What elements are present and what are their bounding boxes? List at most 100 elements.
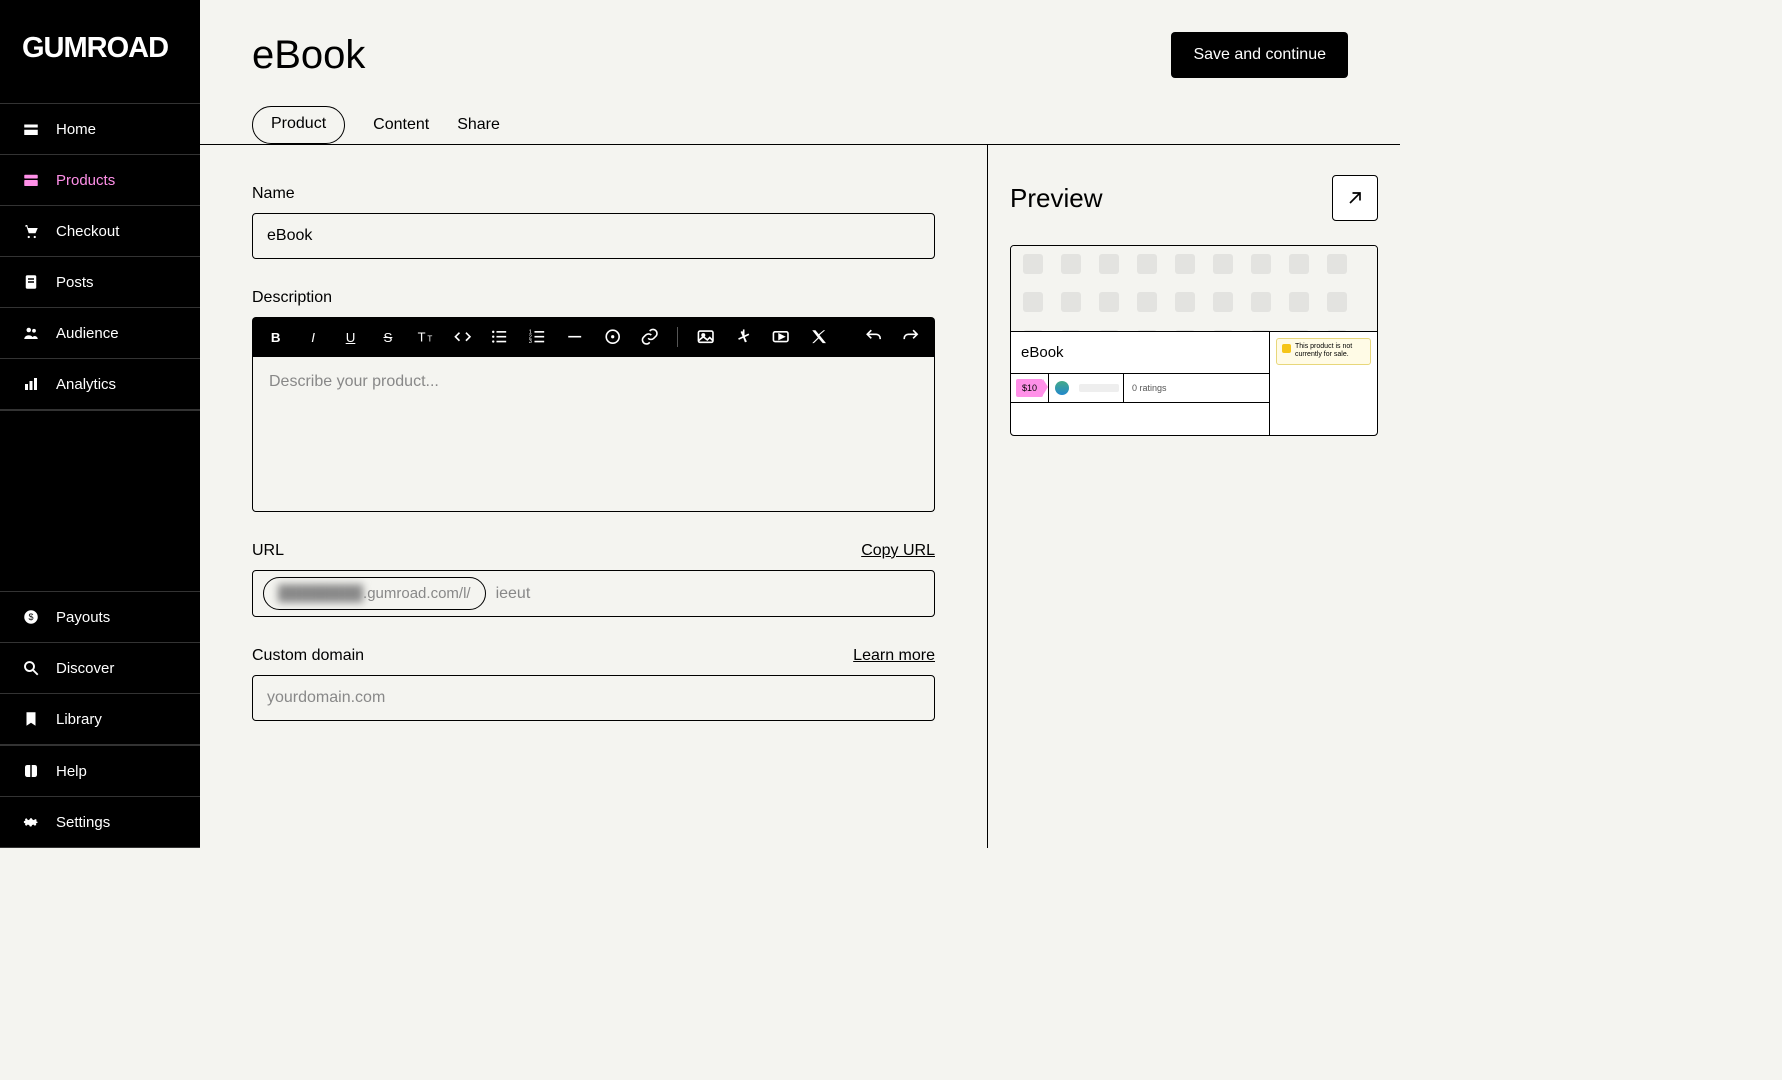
sidebar-item-label: Help — [56, 763, 87, 780]
analytics-icon — [22, 375, 40, 393]
sidebar-item-discover[interactable]: Discover — [0, 643, 200, 694]
sidebar-item-library[interactable]: Library — [0, 694, 200, 745]
sidebar-item-help[interactable]: Help — [0, 746, 200, 797]
sidebar-item-label: Discover — [56, 660, 114, 677]
svg-text:T: T — [417, 330, 425, 345]
external-link-icon — [1345, 188, 1365, 208]
strikethrough-button[interactable]: S — [378, 327, 397, 347]
sidebar-item-label: Library — [56, 711, 102, 728]
url-slug-input[interactable] — [496, 585, 924, 603]
sidebar: GUMROAD Home Products Checkout Posts Aud… — [0, 0, 200, 848]
preview-notice: This product is not currently for sale. — [1276, 338, 1371, 365]
main: eBook Save and continue Product Content … — [200, 0, 1400, 848]
cart-icon — [22, 222, 40, 240]
sidebar-item-payouts[interactable]: $ Payouts — [0, 592, 200, 643]
undo-button[interactable] — [864, 327, 883, 347]
italic-button[interactable]: I — [303, 327, 322, 347]
sidebar-item-products[interactable]: Products — [0, 155, 200, 206]
learn-more-link[interactable]: Learn more — [853, 647, 935, 665]
sidebar-item-audience[interactable]: Audience — [0, 308, 200, 359]
sidebar-item-label: Settings — [56, 814, 110, 831]
preview-thumbnail — [1011, 246, 1377, 332]
custom-domain-label: Custom domain — [252, 647, 364, 665]
numbered-list-button[interactable]: 123 — [528, 327, 547, 347]
preview-price: $10 — [1016, 379, 1043, 397]
tab-content[interactable]: Content — [373, 106, 429, 144]
video-button[interactable] — [771, 327, 790, 347]
bookmark-icon — [22, 710, 40, 728]
description-editor[interactable]: Describe your product... — [252, 357, 935, 512]
posts-icon — [22, 273, 40, 291]
tab-share[interactable]: Share — [457, 106, 500, 144]
page-title: eBook — [252, 33, 365, 78]
tab-product[interactable]: Product — [252, 106, 345, 144]
header: eBook Save and continue Product Content … — [200, 0, 1400, 145]
nav-secondary: $ Payouts Discover Library — [0, 591, 200, 745]
sidebar-item-posts[interactable]: Posts — [0, 257, 200, 308]
svg-text:$: $ — [28, 612, 33, 622]
redo-button[interactable] — [901, 327, 920, 347]
svg-text:3: 3 — [529, 339, 532, 345]
nav-bottom: Help Settings — [0, 745, 200, 848]
field-url: URL Copy URL ████████.gumroad.com/l/ — [252, 542, 935, 617]
horizontal-rule-button[interactable] — [565, 327, 584, 347]
link-button[interactable] — [640, 327, 659, 347]
embed-button[interactable] — [734, 327, 753, 347]
warning-icon — [1282, 344, 1291, 353]
preview-notice-text: This product is not currently for sale. — [1295, 343, 1365, 360]
open-preview-button[interactable] — [1332, 175, 1378, 221]
preview-panel: Preview eBook $10 0 ratings — [988, 145, 1400, 848]
brand-logo: GUMROAD — [0, 0, 200, 103]
twitter-button[interactable] — [809, 327, 828, 347]
sidebar-item-checkout[interactable]: Checkout — [0, 206, 200, 257]
preview-product-name: eBook — [1011, 332, 1269, 374]
editor-toolbar: B I U S TT 123 — [252, 317, 935, 357]
name-input[interactable] — [252, 213, 935, 259]
image-button[interactable] — [696, 327, 715, 347]
brand-text: GUMROAD — [22, 32, 178, 65]
field-description: Description B I U S TT 123 — [252, 289, 935, 512]
preview-author-placeholder — [1079, 384, 1119, 392]
preview-blank — [1011, 403, 1269, 435]
url-prefix: ████████.gumroad.com/l/ — [263, 577, 486, 610]
audience-icon — [22, 324, 40, 342]
url-input-wrap: ████████.gumroad.com/l/ — [252, 570, 935, 617]
tabs: Product Content Share — [252, 106, 1348, 144]
search-icon — [22, 659, 40, 677]
sidebar-item-settings[interactable]: Settings — [0, 797, 200, 848]
help-icon — [22, 762, 40, 780]
sidebar-item-label: Checkout — [56, 223, 119, 240]
underline-button[interactable]: U — [341, 327, 360, 347]
preview-avatar — [1055, 381, 1069, 395]
preview-ratings: 0 ratings — [1124, 374, 1269, 402]
sidebar-item-label: Posts — [56, 274, 94, 291]
code-button[interactable] — [453, 327, 472, 347]
sidebar-item-analytics[interactable]: Analytics — [0, 359, 200, 410]
save-and-continue-button[interactable]: Save and continue — [1171, 32, 1348, 78]
copy-url-link[interactable]: Copy URL — [861, 542, 935, 560]
payouts-icon: $ — [22, 608, 40, 626]
preview-card: eBook $10 0 ratings This product is not … — [1010, 245, 1378, 436]
form-panel: Name Description B I U S TT 123 — [200, 145, 988, 848]
field-name: Name — [252, 185, 935, 259]
description-label: Description — [252, 289, 332, 307]
home-icon — [22, 120, 40, 138]
nav-main: Home Products Checkout Posts Audience An… — [0, 103, 200, 410]
quote-button[interactable] — [603, 327, 622, 347]
sidebar-item-label: Products — [56, 172, 115, 189]
sidebar-item-label: Payouts — [56, 609, 110, 626]
toolbar-separator — [677, 327, 678, 347]
bold-button[interactable]: B — [266, 327, 285, 347]
text-size-button[interactable]: TT — [416, 327, 435, 347]
gear-icon — [22, 813, 40, 831]
preview-heading: Preview — [1010, 183, 1102, 214]
custom-domain-input[interactable] — [252, 675, 935, 721]
sidebar-item-home[interactable]: Home — [0, 104, 200, 155]
bullet-list-button[interactable] — [490, 327, 509, 347]
products-icon — [22, 171, 40, 189]
name-label: Name — [252, 185, 295, 203]
nav-spacer — [0, 410, 200, 591]
field-custom-domain: Custom domain Learn more — [252, 647, 935, 721]
url-label: URL — [252, 542, 284, 560]
content-area: Name Description B I U S TT 123 — [200, 145, 1400, 848]
